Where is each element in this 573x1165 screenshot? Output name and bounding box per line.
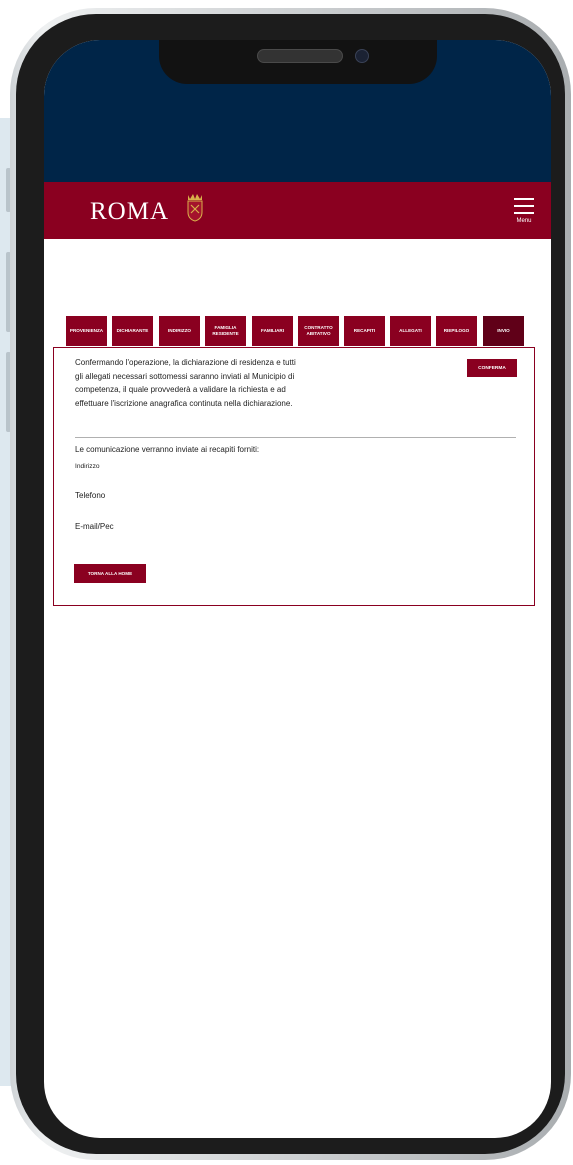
hamburger-icon-line — [514, 205, 534, 207]
tab-invio[interactable]: INVIO — [483, 316, 524, 346]
hamburger-icon — [514, 198, 534, 200]
front-camera — [355, 49, 369, 63]
back-home-button[interactable]: TORNA ALLA HOME — [74, 564, 146, 583]
roma-logo[interactable]: ROMA — [90, 198, 169, 226]
divider — [75, 437, 516, 438]
notch — [159, 40, 437, 84]
tab-indirizzo[interactable]: INDIRIZZO — [159, 316, 200, 346]
tab-dichiarante[interactable]: DICHIARANTE — [112, 316, 153, 346]
contacts-notice: Le comunicazione verranno inviate ai rec… — [75, 445, 260, 454]
menu-button[interactable]: Menu — [511, 194, 537, 230]
invio-panel: Confermando l'operazione, la dichiarazio… — [53, 347, 535, 606]
tab-contratto-abitativo[interactable]: CONTRATTO ABITATIVO — [298, 316, 339, 346]
email-label: E-mail/Pec — [75, 522, 114, 531]
tab-riepilogo[interactable]: RIEPILOGO — [436, 316, 477, 346]
tab-famiglia-residente[interactable]: FAMIGLIA RESIDENTE — [205, 316, 246, 346]
confirm-button[interactable]: CONFERMA — [467, 359, 517, 377]
confirm-description: Confermando l'operazione, la dichiarazio… — [75, 358, 296, 408]
hamburger-icon-line — [514, 212, 534, 214]
device-mockup: ROMA Menu PROVENIENZA DICHIARANTE INDIRI… — [0, 0, 573, 1165]
menu-label: Menu — [516, 218, 532, 224]
tab-familiari[interactable]: FAMILIARI — [252, 316, 293, 346]
phone-screen: ROMA Menu PROVENIENZA DICHIARANTE INDIRI… — [44, 40, 551, 1138]
speaker-grille — [257, 49, 343, 63]
roma-crest-icon — [187, 194, 203, 222]
step-tabs: PROVENIENZA DICHIARANTE INDIRIZZO FAMIGL… — [66, 316, 526, 346]
tab-provenienza[interactable]: PROVENIENZA — [66, 316, 107, 346]
tab-recapiti[interactable]: RECAPITI — [344, 316, 385, 346]
tab-allegati[interactable]: ALLEGATI — [390, 316, 431, 346]
phone-label: Telefono — [75, 491, 106, 500]
address-label: Indirizzo — [75, 463, 100, 470]
